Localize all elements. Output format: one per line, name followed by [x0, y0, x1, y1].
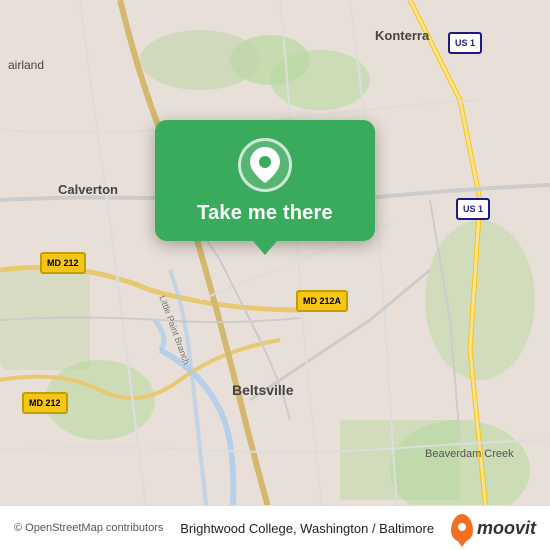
badge-md212-left: MD 212: [40, 252, 86, 274]
label-beaverdam: Beaverdam Creek: [425, 448, 514, 460]
badge-us1-mid: US 1: [456, 198, 490, 220]
label-calverton: Calverton: [58, 182, 118, 197]
label-airland: airland: [8, 58, 44, 72]
bottom-bar: © OpenStreetMap contributors Brightwood …: [0, 505, 550, 550]
badge-md212-bottom: MD 212: [22, 392, 68, 414]
popup-card[interactable]: Take me there: [155, 120, 375, 241]
map-background: [0, 0, 550, 550]
osm-attribution: © OpenStreetMap contributors: [14, 522, 163, 534]
badge-md212a: MD 212A: [296, 290, 348, 312]
map-container: Konterra airland Calverton Beltsville Be…: [0, 0, 550, 550]
moovit-pin-icon: [451, 514, 473, 542]
location-icon-circle: [238, 138, 292, 192]
take-me-there-button[interactable]: Take me there: [197, 202, 333, 225]
moovit-brand-text: moovit: [477, 518, 536, 539]
moovit-logo: moovit: [451, 514, 536, 542]
location-pin-icon: [250, 147, 280, 183]
label-konterra: Konterra: [375, 28, 429, 43]
label-beltsville: Beltsville: [232, 382, 293, 398]
location-info: Brightwood College, Washington / Baltimo…: [171, 521, 443, 536]
badge-us1-top: US 1: [448, 32, 482, 54]
